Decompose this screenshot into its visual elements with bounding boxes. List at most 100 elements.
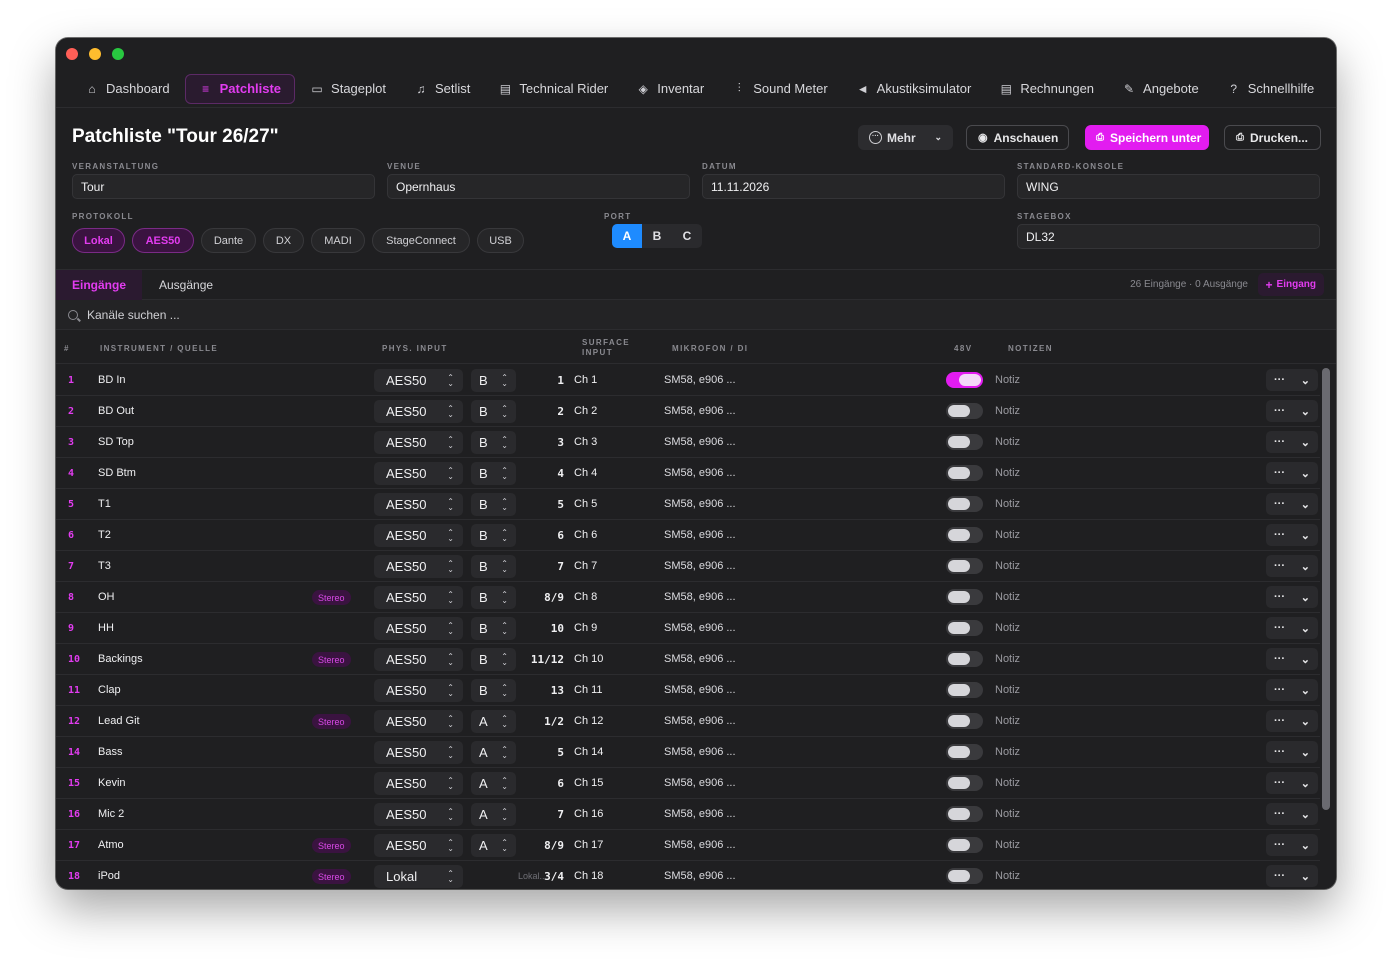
row-actions-menu[interactable]: ··· ⌄ [1266, 710, 1318, 732]
notes-field[interactable]: Notiz [995, 830, 1020, 860]
nav-item-patchliste[interactable]: ≡ Patchliste [184, 73, 296, 104]
surface-channel[interactable]: Ch 14 [574, 737, 603, 767]
phys-input-select[interactable]: AES50 ⌃ ⌄ [374, 369, 463, 392]
nav-item-dashboard[interactable]: ⌂ Dashboard [72, 74, 183, 104]
surface-channel[interactable]: Ch 4 [574, 458, 597, 488]
nav-item-technical-rider[interactable]: ▤ Technical Rider [485, 74, 621, 104]
instrument-name[interactable]: Backings [98, 644, 143, 674]
nav-item-stageplot[interactable]: ▭ Stageplot [297, 74, 399, 104]
microphone-field[interactable]: SM58, e906 ... [664, 830, 736, 860]
port-select[interactable]: B ⌃ ⌄ [471, 462, 516, 485]
input-number[interactable]: 5 [557, 489, 564, 519]
instrument-name[interactable]: Atmo [98, 830, 124, 860]
port-select[interactable]: B ⌃ ⌄ [471, 524, 516, 547]
notes-field[interactable]: Notiz [995, 396, 1020, 426]
input-number[interactable]: 10 [551, 613, 564, 643]
nav-item-schnellhilfe[interactable]: ? Schnellhilfe [1214, 74, 1328, 104]
phys-input-select[interactable]: AES50 ⌃ ⌄ [374, 772, 463, 795]
phantom-power-toggle[interactable] [946, 744, 983, 760]
phantom-power-toggle[interactable] [946, 682, 983, 698]
row-actions-menu[interactable]: ··· ⌄ [1266, 648, 1318, 670]
row-actions-menu[interactable]: ··· ⌄ [1266, 772, 1318, 794]
notes-field[interactable]: Notiz [995, 768, 1020, 798]
port-select[interactable]: A ⌃ ⌄ [471, 834, 516, 857]
phys-input-select[interactable]: AES50 ⌃ ⌄ [374, 803, 463, 826]
row-actions-menu[interactable]: ··· ⌄ [1266, 400, 1318, 422]
console-input[interactable]: WING [1017, 174, 1320, 199]
microphone-field[interactable]: SM58, e906 ... [664, 365, 736, 395]
surface-channel[interactable]: Ch 3 [574, 427, 597, 457]
row-actions-menu[interactable]: ··· ⌄ [1266, 803, 1318, 825]
input-number[interactable]: 1 [557, 365, 564, 395]
minimize-window-button[interactable] [89, 48, 101, 60]
input-number[interactable]: 6 [557, 520, 564, 550]
input-number[interactable]: 2 [557, 396, 564, 426]
row-actions-menu[interactable]: ··· ⌄ [1266, 865, 1318, 887]
phys-input-select[interactable]: AES50 ⌃ ⌄ [374, 462, 463, 485]
phys-input-select[interactable]: AES50 ⌃ ⌄ [374, 648, 463, 671]
nav-item-angebote[interactable]: ✎ Angebote [1109, 74, 1212, 104]
row-actions-menu[interactable]: ··· ⌄ [1266, 555, 1318, 577]
notes-field[interactable]: Notiz [995, 644, 1020, 674]
zoom-window-button[interactable] [112, 48, 124, 60]
venue-input[interactable]: Opernhaus [387, 174, 690, 199]
surface-channel[interactable]: Ch 11 [574, 675, 603, 705]
phantom-power-toggle[interactable] [946, 775, 983, 791]
notes-field[interactable]: Notiz [995, 582, 1020, 612]
surface-channel[interactable]: Ch 5 [574, 489, 597, 519]
protocol-chip-stageconnect[interactable]: StageConnect [372, 228, 470, 253]
port-select[interactable]: A ⌃ ⌄ [471, 741, 516, 764]
input-number[interactable]: 3/4 [544, 861, 564, 889]
phys-input-select[interactable]: AES50 ⌃ ⌄ [374, 617, 463, 640]
instrument-name[interactable]: iPod [98, 861, 120, 889]
port-select[interactable]: A ⌃ ⌄ [471, 772, 516, 795]
phantom-power-toggle[interactable] [946, 527, 983, 543]
input-number[interactable]: 3 [557, 427, 564, 457]
protocol-chip-madi[interactable]: MADI [311, 228, 365, 253]
notes-field[interactable]: Notiz [995, 706, 1020, 736]
instrument-name[interactable]: SD Top [98, 427, 134, 457]
row-actions-menu[interactable]: ··· ⌄ [1266, 679, 1318, 701]
microphone-field[interactable]: SM58, e906 ... [664, 675, 736, 705]
surface-channel[interactable]: Ch 7 [574, 551, 597, 581]
phantom-power-toggle[interactable] [946, 806, 983, 822]
surface-channel[interactable]: Ch 18 [574, 861, 603, 889]
tab-outputs[interactable]: Ausgänge [143, 270, 229, 300]
microphone-field[interactable]: SM58, e906 ... [664, 737, 736, 767]
instrument-name[interactable]: T2 [98, 520, 111, 550]
phys-input-select[interactable]: AES50 ⌃ ⌄ [374, 493, 463, 516]
surface-channel[interactable]: Ch 2 [574, 396, 597, 426]
surface-channel[interactable]: Ch 17 [574, 830, 603, 860]
microphone-field[interactable]: SM58, e906 ... [664, 396, 736, 426]
save-as-button[interactable]: ⎙ Speichern unter [1085, 125, 1209, 150]
phantom-power-toggle[interactable] [946, 372, 983, 388]
phys-input-select[interactable]: AES50 ⌃ ⌄ [374, 834, 463, 857]
phantom-power-toggle[interactable] [946, 558, 983, 574]
phys-input-select[interactable]: AES50 ⌃ ⌄ [374, 741, 463, 764]
microphone-field[interactable]: SM58, e906 ... [664, 489, 736, 519]
event-input[interactable]: Tour [72, 174, 375, 199]
instrument-name[interactable]: BD In [98, 365, 126, 395]
nav-item-rechnungen[interactable]: ▤ Rechnungen [986, 74, 1107, 104]
port-select[interactable]: B ⌃ ⌄ [471, 400, 516, 423]
microphone-field[interactable]: SM58, e906 ... [664, 613, 736, 643]
notes-field[interactable]: Notiz [995, 551, 1020, 581]
microphone-field[interactable]: SM58, e906 ... [664, 768, 736, 798]
phantom-power-toggle[interactable] [946, 496, 983, 512]
channel-search-input[interactable]: Kanäle suchen ... [56, 300, 1336, 330]
port-select[interactable]: B ⌃ ⌄ [471, 369, 516, 392]
tab-inputs[interactable]: Eingänge [56, 270, 143, 300]
phys-input-select[interactable]: AES50 ⌃ ⌄ [374, 555, 463, 578]
port-select[interactable]: B ⌃ ⌄ [471, 555, 516, 578]
row-actions-menu[interactable]: ··· ⌄ [1266, 524, 1318, 546]
microphone-field[interactable]: SM58, e906 ... [664, 706, 736, 736]
notes-field[interactable]: Notiz [995, 675, 1020, 705]
phys-input-select[interactable]: AES50 ⌃ ⌄ [374, 400, 463, 423]
surface-channel[interactable]: Ch 8 [574, 582, 597, 612]
microphone-field[interactable]: SM58, e906 ... [664, 520, 736, 550]
close-window-button[interactable] [66, 48, 78, 60]
phys-input-select[interactable]: AES50 ⌃ ⌄ [374, 586, 463, 609]
input-number[interactable]: 8/9 [544, 582, 564, 612]
input-number[interactable]: 1/2 [544, 706, 564, 736]
microphone-field[interactable]: SM58, e906 ... [664, 799, 736, 829]
